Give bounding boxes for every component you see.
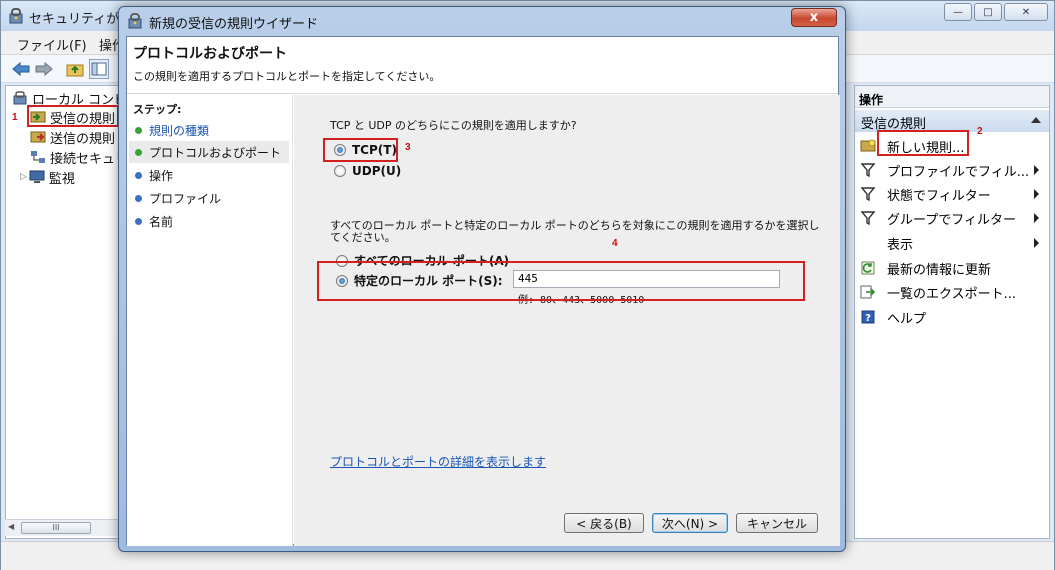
- action-refresh[interactable]: 最新の情報に更新: [855, 256, 1049, 280]
- radio-unchecked-icon[interactable]: [334, 165, 346, 177]
- protocol-question: TCP と UDP のどちらにこの規則を適用しますか?: [330, 119, 577, 132]
- filter-icon: [859, 210, 877, 226]
- back-arrow-icon[interactable]: [11, 59, 31, 79]
- up-folder-icon[interactable]: [65, 59, 85, 79]
- annotation-number-1: 1: [12, 112, 18, 123]
- submenu-arrow-icon: [1034, 165, 1039, 175]
- step-label: 規則の種類: [149, 123, 210, 138]
- help-icon: ?: [859, 309, 877, 325]
- step-pending-dot-icon: [135, 218, 142, 225]
- ports-question-line1: すべてのローカル ポートと特定のローカル ポートのどちらを対象にこの規則を適用す…: [330, 219, 820, 232]
- mmc-title: セキュリティが強: [29, 12, 133, 27]
- connection-security-icon: [30, 150, 46, 164]
- tree-item-label: 接続セキュリ: [50, 151, 129, 167]
- step-label: プロトコルおよびポート: [149, 145, 282, 160]
- ports-question-line2: てください。: [330, 231, 396, 244]
- actions-section-inbound[interactable]: 受信の規則: [855, 110, 1049, 132]
- menu-file[interactable]: ファイル(F): [17, 35, 87, 54]
- horizontal-scrollbar[interactable]: ◀ III: [5, 519, 123, 536]
- step-profile: プロファイル: [129, 187, 289, 209]
- action-filter-profile[interactable]: プロファイルでフィル...: [855, 158, 1049, 182]
- step-protocol-ports: プロトコルおよびポート: [129, 141, 289, 163]
- annotation-number-3: 3: [405, 142, 411, 153]
- action-export-list[interactable]: 一覧のエクスポート...: [855, 280, 1049, 304]
- step-label: プロファイル: [149, 191, 222, 206]
- filter-icon: [859, 186, 877, 202]
- annotation-box-3: [323, 138, 398, 162]
- wizard-titlebar[interactable]: 新規の受信の規則ウイザード x: [119, 7, 845, 35]
- wizard-steps: ステップ: 規則の種類 プロトコルおよびポート 操作 プロファイル 名前: [127, 95, 293, 546]
- step-rule-type: 規則の種類: [129, 119, 289, 141]
- expand-arrow-icon[interactable]: ▷: [20, 172, 27, 182]
- forward-arrow-icon[interactable]: [34, 59, 54, 79]
- firewall-icon: [127, 13, 143, 29]
- refresh-icon: [859, 260, 877, 276]
- new-rule-icon: [859, 138, 877, 154]
- tree-item-label: 送信の規則: [50, 131, 116, 147]
- close-button[interactable]: ✕: [1004, 3, 1048, 21]
- scroll-left-icon[interactable]: ◀: [8, 522, 14, 531]
- annotation-number-4: 4: [612, 238, 618, 249]
- show-hide-tree-icon[interactable]: [89, 59, 109, 79]
- submenu-arrow-icon: [1034, 189, 1039, 199]
- action-help[interactable]: ? ヘルプ: [855, 305, 1049, 329]
- step-label: 名前: [149, 214, 174, 229]
- submenu-arrow-icon: [1034, 213, 1039, 223]
- collapse-caret-icon[interactable]: [1031, 117, 1041, 123]
- page-title: プロトコルおよびポート: [133, 46, 287, 62]
- action-label: 表示: [887, 237, 914, 253]
- step-pending-dot-icon: [135, 195, 142, 202]
- action-view[interactable]: 表示: [855, 231, 1049, 255]
- wizard-header: プロトコルおよびポート この規則を適用するプロトコルとポートを指定してください。: [127, 37, 838, 94]
- action-label: 最新の情報に更新: [887, 262, 992, 278]
- submenu-arrow-icon: [1034, 238, 1039, 248]
- maximize-button[interactable]: □: [974, 3, 1002, 21]
- udp-label: UDP(U): [352, 164, 402, 178]
- annotation-box-4: [317, 261, 805, 301]
- step-name: 名前: [129, 210, 289, 232]
- filter-icon: [859, 162, 877, 178]
- step-action: 操作: [129, 164, 289, 186]
- action-label: グループでフィルター: [887, 212, 1016, 228]
- outbound-rules-icon: [30, 130, 46, 144]
- cancel-button[interactable]: キャンセル: [736, 513, 818, 533]
- step-current-dot-icon: [135, 149, 142, 156]
- scroll-thumb[interactable]: III: [21, 522, 91, 534]
- action-label: 一覧のエクスポート...: [887, 286, 1017, 302]
- annotation-box-1: [27, 105, 119, 127]
- back-button[interactable]: < 戻る(B): [564, 513, 644, 533]
- annotation-box-2: [877, 130, 969, 156]
- steps-title: ステップ:: [133, 103, 182, 116]
- next-button[interactable]: 次へ(N) >: [652, 513, 728, 533]
- action-label: プロファイルでフィル...: [887, 164, 1030, 180]
- svg-text:?: ?: [865, 313, 871, 324]
- step-done-dot-icon: [135, 127, 142, 134]
- page-subtitle: この規則を適用するプロトコルとポートを指定してください。: [133, 70, 441, 83]
- tree-item-label: 監視: [48, 171, 75, 187]
- minimize-button[interactable]: —: [944, 3, 972, 21]
- monitor-icon: [29, 170, 45, 184]
- annotation-number-2: 2: [977, 126, 983, 137]
- action-filter-state[interactable]: 状態でフィルター: [855, 182, 1049, 206]
- wizard-content: TCP と UDP のどちらにこの規則を適用しますか? TCP(T) UDP(U…: [294, 95, 840, 546]
- wizard-close-button[interactable]: x: [791, 8, 837, 27]
- action-label: 状態でフィルター: [887, 188, 991, 204]
- firewall-icon: [7, 7, 25, 25]
- step-label: 操作: [149, 168, 174, 183]
- actions-header: 操作: [855, 86, 1049, 108]
- step-pending-dot-icon: [135, 172, 142, 179]
- wizard-title: 新規の受信の規則ウイザード: [149, 17, 319, 32]
- tree-item-outbound-rules[interactable]: 送信の規則: [30, 127, 115, 147]
- action-label: ヘルプ: [887, 311, 927, 327]
- console-tree: ローカル コンピ 受信の規則 送信の規則 接続セキュリ ▷ 監視: [5, 85, 128, 539]
- tree-item-connection-security[interactable]: 接続セキュリ: [30, 147, 128, 167]
- protocol-ports-details-link[interactable]: プロトコルとポートの詳細を表示します: [330, 453, 546, 470]
- tree-item-monitoring[interactable]: ▷ 監視: [20, 167, 75, 187]
- firewall-icon: [12, 91, 28, 105]
- export-icon: [859, 284, 877, 300]
- udp-radio[interactable]: UDP(U): [334, 164, 401, 178]
- action-filter-group[interactable]: グループでフィルター: [855, 206, 1049, 230]
